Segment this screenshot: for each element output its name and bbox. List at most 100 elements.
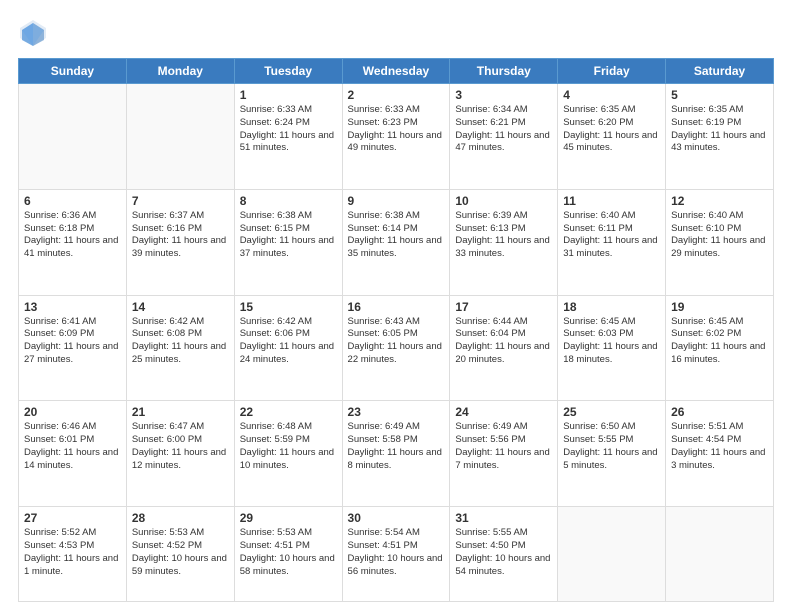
calendar-cell: 26 Sunrise: 5:51 AM Sunset: 4:54 PM Dayli… [666, 401, 774, 507]
cell-info: Sunrise: 6:48 AM Sunset: 5:59 PM Dayligh… [240, 421, 337, 472]
cell-info: Sunrise: 6:50 AM Sunset: 5:55 PM Dayligh… [563, 421, 660, 472]
calendar-cell: 4 Sunrise: 6:35 AM Sunset: 6:20 PM Daylig… [558, 84, 666, 190]
calendar-cell: 13 Sunrise: 6:41 AM Sunset: 6:09 PM Dayli… [19, 295, 127, 401]
cell-info: Sunrise: 6:44 AM Sunset: 6:04 PM Dayligh… [455, 316, 552, 367]
cell-info: Sunrise: 6:35 AM Sunset: 6:19 PM Dayligh… [671, 104, 768, 155]
calendar-cell: 10Sunrise: 6:39 AM Sunset: 6:13 PM Dayli… [450, 189, 558, 295]
cell-info: Sunrise: 5:52 AM Sunset: 4:53 PM Dayligh… [24, 527, 121, 578]
day-number: 12 [671, 194, 768, 208]
day-number: 1 [240, 88, 337, 102]
cell-info: Sunrise: 6:47 AM Sunset: 6:00 PM Dayligh… [132, 421, 229, 472]
day-number: 29 [240, 511, 337, 525]
calendar-cell [666, 507, 774, 602]
day-number: 31 [455, 511, 552, 525]
cell-info: Sunrise: 5:54 AM Sunset: 4:51 PM Dayligh… [348, 527, 445, 578]
calendar-row-1: 6 Sunrise: 6:36 AM Sunset: 6:18 PM Daylig… [19, 189, 774, 295]
day-number: 14 [132, 300, 229, 314]
calendar-cell: 18Sunrise: 6:45 AM Sunset: 6:03 PM Dayli… [558, 295, 666, 401]
cell-info: Sunrise: 6:33 AM Sunset: 6:23 PM Dayligh… [348, 104, 445, 155]
cell-info: Sunrise: 6:35 AM Sunset: 6:20 PM Dayligh… [563, 104, 660, 155]
day-number: 6 [24, 194, 121, 208]
cell-info: Sunrise: 6:38 AM Sunset: 6:15 PM Dayligh… [240, 210, 337, 261]
day-number: 11 [563, 194, 660, 208]
calendar-cell: 16Sunrise: 6:43 AM Sunset: 6:05 PM Dayli… [342, 295, 450, 401]
weekday-friday: Friday [558, 59, 666, 84]
cell-info: Sunrise: 5:55 AM Sunset: 4:50 PM Dayligh… [455, 527, 552, 578]
day-number: 22 [240, 405, 337, 419]
calendar-row-0: 1 Sunrise: 6:33 AM Sunset: 6:24 PM Daylig… [19, 84, 774, 190]
weekday-sunday: Sunday [19, 59, 127, 84]
cell-info: Sunrise: 6:39 AM Sunset: 6:13 PM Dayligh… [455, 210, 552, 261]
calendar-cell: 1 Sunrise: 6:33 AM Sunset: 6:24 PM Daylig… [234, 84, 342, 190]
calendar-cell [19, 84, 127, 190]
calendar-cell: 29 Sunrise: 5:53 AM Sunset: 4:51 PM Dayli… [234, 507, 342, 602]
day-number: 24 [455, 405, 552, 419]
calendar-cell: 27 Sunrise: 5:52 AM Sunset: 4:53 PM Dayli… [19, 507, 127, 602]
calendar-row-3: 20 Sunrise: 6:46 AM Sunset: 6:01 PM Dayli… [19, 401, 774, 507]
day-number: 18 [563, 300, 660, 314]
calendar-table: SundayMondayTuesdayWednesdayThursdayFrid… [18, 58, 774, 602]
day-number: 23 [348, 405, 445, 419]
calendar-cell [558, 507, 666, 602]
weekday-monday: Monday [126, 59, 234, 84]
weekday-header-row: SundayMondayTuesdayWednesdayThursdayFrid… [19, 59, 774, 84]
cell-info: Sunrise: 6:49 AM Sunset: 5:58 PM Dayligh… [348, 421, 445, 472]
day-number: 28 [132, 511, 229, 525]
calendar-cell: 9Sunrise: 6:38 AM Sunset: 6:14 PM Daylig… [342, 189, 450, 295]
calendar-cell: 23 Sunrise: 6:49 AM Sunset: 5:58 PM Dayli… [342, 401, 450, 507]
calendar-cell: 25 Sunrise: 6:50 AM Sunset: 5:55 PM Dayli… [558, 401, 666, 507]
cell-info: Sunrise: 6:37 AM Sunset: 6:16 PM Dayligh… [132, 210, 229, 261]
calendar-cell: 19 Sunrise: 6:45 AM Sunset: 6:02 PM Dayli… [666, 295, 774, 401]
header [18, 18, 774, 48]
weekday-wednesday: Wednesday [342, 59, 450, 84]
day-number: 13 [24, 300, 121, 314]
page: SundayMondayTuesdayWednesdayThursdayFrid… [0, 0, 792, 612]
day-number: 30 [348, 511, 445, 525]
calendar-cell: 21 Sunrise: 6:47 AM Sunset: 6:00 PM Dayli… [126, 401, 234, 507]
cell-info: Sunrise: 6:43 AM Sunset: 6:05 PM Dayligh… [348, 316, 445, 367]
calendar-cell: 2 Sunrise: 6:33 AM Sunset: 6:23 PM Daylig… [342, 84, 450, 190]
logo [18, 18, 52, 48]
cell-info: Sunrise: 6:45 AM Sunset: 6:02 PM Dayligh… [671, 316, 768, 367]
calendar-cell [126, 84, 234, 190]
cell-info: Sunrise: 6:36 AM Sunset: 6:18 PM Dayligh… [24, 210, 121, 261]
day-number: 3 [455, 88, 552, 102]
day-number: 7 [132, 194, 229, 208]
calendar-cell: 24Sunrise: 6:49 AM Sunset: 5:56 PM Dayli… [450, 401, 558, 507]
cell-info: Sunrise: 6:40 AM Sunset: 6:11 PM Dayligh… [563, 210, 660, 261]
day-number: 21 [132, 405, 229, 419]
cell-info: Sunrise: 5:53 AM Sunset: 4:51 PM Dayligh… [240, 527, 337, 578]
day-number: 20 [24, 405, 121, 419]
cell-info: Sunrise: 6:41 AM Sunset: 6:09 PM Dayligh… [24, 316, 121, 367]
calendar-cell: 3 Sunrise: 6:34 AM Sunset: 6:21 PM Daylig… [450, 84, 558, 190]
calendar-cell: 6 Sunrise: 6:36 AM Sunset: 6:18 PM Daylig… [19, 189, 127, 295]
day-number: 25 [563, 405, 660, 419]
cell-info: Sunrise: 5:51 AM Sunset: 4:54 PM Dayligh… [671, 421, 768, 472]
calendar-cell: 11 Sunrise: 6:40 AM Sunset: 6:11 PM Dayli… [558, 189, 666, 295]
calendar-cell: 8 Sunrise: 6:38 AM Sunset: 6:15 PM Daylig… [234, 189, 342, 295]
weekday-tuesday: Tuesday [234, 59, 342, 84]
day-number: 19 [671, 300, 768, 314]
day-number: 27 [24, 511, 121, 525]
weekday-saturday: Saturday [666, 59, 774, 84]
day-number: 26 [671, 405, 768, 419]
day-number: 8 [240, 194, 337, 208]
calendar-cell: 17Sunrise: 6:44 AM Sunset: 6:04 PM Dayli… [450, 295, 558, 401]
calendar-row-2: 13 Sunrise: 6:41 AM Sunset: 6:09 PM Dayli… [19, 295, 774, 401]
day-number: 5 [671, 88, 768, 102]
cell-info: Sunrise: 5:53 AM Sunset: 4:52 PM Dayligh… [132, 527, 229, 578]
day-number: 9 [348, 194, 445, 208]
calendar-cell: 28 Sunrise: 5:53 AM Sunset: 4:52 PM Dayli… [126, 507, 234, 602]
day-number: 4 [563, 88, 660, 102]
calendar-cell: 22 Sunrise: 6:48 AM Sunset: 5:59 PM Dayli… [234, 401, 342, 507]
cell-info: Sunrise: 6:34 AM Sunset: 6:21 PM Dayligh… [455, 104, 552, 155]
calendar-cell: 20 Sunrise: 6:46 AM Sunset: 6:01 PM Dayli… [19, 401, 127, 507]
cell-info: Sunrise: 6:46 AM Sunset: 6:01 PM Dayligh… [24, 421, 121, 472]
cell-info: Sunrise: 6:42 AM Sunset: 6:06 PM Dayligh… [240, 316, 337, 367]
cell-info: Sunrise: 6:33 AM Sunset: 6:24 PM Dayligh… [240, 104, 337, 155]
calendar-cell: 31 Sunrise: 5:55 AM Sunset: 4:50 PM Dayli… [450, 507, 558, 602]
calendar-cell: 14Sunrise: 6:42 AM Sunset: 6:08 PM Dayli… [126, 295, 234, 401]
day-number: 15 [240, 300, 337, 314]
calendar-cell: 15 Sunrise: 6:42 AM Sunset: 6:06 PM Dayli… [234, 295, 342, 401]
day-number: 2 [348, 88, 445, 102]
